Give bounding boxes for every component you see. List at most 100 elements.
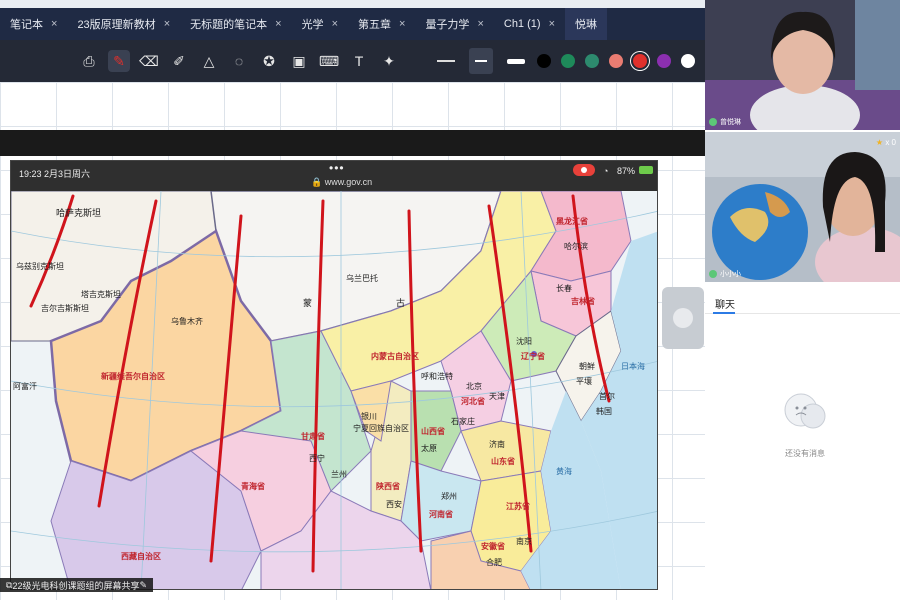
shapes-icon[interactable]: △ <box>198 50 220 72</box>
chat-tab-underline <box>713 312 735 314</box>
participant-video-2-image <box>705 132 900 282</box>
close-tab-icon[interactable]: × <box>332 18 338 30</box>
tab-label: 悦琳 <box>575 19 597 31</box>
map-label: 平壤 <box>576 377 592 386</box>
highlighter-icon[interactable]: ✐ <box>168 50 190 72</box>
pen-icon[interactable]: ✎ <box>108 50 130 72</box>
map-label: 乌鲁木齐 <box>171 317 203 326</box>
battery-percent: 87% <box>617 166 636 176</box>
participant-video-2[interactable]: ★ x 0 小小小 <box>705 132 900 282</box>
phone-time: 19:23 2月3日周六 <box>19 169 91 179</box>
browser-menu-dots: ••• <box>329 161 345 175</box>
mic-icon <box>709 270 717 278</box>
map-label: 西宁 <box>309 454 325 463</box>
map-label: 沈阳 <box>516 337 532 346</box>
chat-tab[interactable]: 聊天 <box>705 290 900 314</box>
color-swatch[interactable] <box>633 54 647 68</box>
tab-4[interactable]: 第五章 × <box>348 8 415 40</box>
map-label: 吉林省 <box>571 297 595 306</box>
map-label: 南京 <box>516 537 532 546</box>
map-label: 银川 <box>361 412 377 421</box>
image-icon[interactable]: ▣ <box>288 50 310 72</box>
tab-7[interactable]: 悦琳 <box>565 8 607 40</box>
map-label: 合肥 <box>486 558 502 567</box>
tab-label: Ch1 (1) <box>503 18 541 30</box>
color-swatch[interactable] <box>681 54 695 68</box>
map-label: 郑州 <box>441 492 457 501</box>
map-label: 韩国 <box>596 407 612 416</box>
map-label: 哈萨克斯坦 <box>56 208 102 218</box>
textbox-icon[interactable]: T <box>348 50 370 72</box>
map-label: 石家庄 <box>451 417 475 426</box>
chat-title: 聊天 <box>715 300 735 311</box>
tab-5[interactable]: 量子力学 × <box>415 8 493 40</box>
lasso-icon[interactable]: ◌ <box>228 50 250 72</box>
participant-video-1-image <box>705 0 900 130</box>
map-label: 安徽省 <box>481 542 505 551</box>
window-top-strip <box>0 0 705 8</box>
map-label: 宁夏回族自治区 <box>353 424 409 433</box>
tab-1[interactable]: 23版原理新教材 × <box>67 8 180 40</box>
map-label: 陕西省 <box>376 482 400 491</box>
tab-0[interactable]: 笔记本 × <box>0 8 67 40</box>
map-label: 太原 <box>421 444 437 453</box>
keyboard-icon[interactable]: ⌨ <box>318 50 340 72</box>
close-tab-icon[interactable]: × <box>164 18 170 30</box>
tab-2[interactable]: 无标题的笔记本 × <box>180 8 291 40</box>
color-swatch[interactable] <box>585 54 599 68</box>
line-medium-option[interactable] <box>469 48 493 74</box>
whiteboard-app: 笔记本 × 23版原理新教材 × 无标题的笔记本 × 光学 × 第五章 × 量子力学 × Ch1 (1)… <box>0 0 705 600</box>
map-label: 兰州 <box>331 470 347 479</box>
close-tab-icon[interactable]: × <box>477 18 483 30</box>
close-tab-icon[interactable]: × <box>275 18 281 30</box>
participant-video-1[interactable]: 曾悦琳 <box>705 0 900 130</box>
eraser-icon[interactable]: ⌫ <box>138 50 160 72</box>
phone-status-bar: 19:23 2月3日周六 ••• 🔒 www.gov.cn ◔ 87% <box>11 161 657 191</box>
tab-3[interactable]: 光学 × <box>292 8 348 40</box>
line-thick-option[interactable] <box>507 58 525 64</box>
empty-chat-text: 还没有消息 <box>785 449 825 458</box>
map-label: 辽宁省 <box>521 352 545 361</box>
laser-pointer-icon[interactable]: ✦ <box>378 50 400 72</box>
battery-icon <box>639 166 653 174</box>
map-label: 河南省 <box>429 510 453 519</box>
color-swatch[interactable] <box>537 54 551 68</box>
map-label: 呼和浩特 <box>421 372 453 381</box>
edit-icon[interactable]: ✎ <box>139 580 147 591</box>
recording-indicator-icon <box>573 164 595 176</box>
tab-6[interactable]: Ch1 (1) × <box>494 8 565 40</box>
map-label: 阿富汗 <box>13 382 37 391</box>
drawing-toolbar: ⎙ ✎ ⌫ ✐ △ ◌ ✪ ▣ ⌨ T ✦ <box>0 40 705 82</box>
map-label: 乌兰巴托 <box>346 274 378 283</box>
participant-name-tag: 小小小 <box>709 269 741 279</box>
map-label: 朝鲜 <box>579 362 595 371</box>
tab-label: 23版原理新教材 <box>77 19 156 31</box>
line-thin-option[interactable] <box>437 60 455 62</box>
map-label: 塔吉克斯坦 <box>81 290 121 299</box>
wifi-icon: ◔ <box>603 166 609 176</box>
map-label: 吉尔吉斯斯坦 <box>41 304 89 313</box>
shared-phone-screenshot: 19:23 2月3日周六 ••• 🔒 www.gov.cn ◔ 87% 哈萨克斯… <box>10 160 658 590</box>
sticker-icon[interactable]: ✪ <box>258 50 280 72</box>
close-tab-icon[interactable]: × <box>549 18 555 30</box>
map-label: 首尔 <box>599 392 615 401</box>
map-label: 江苏省 <box>506 502 530 511</box>
close-tab-icon[interactable]: × <box>399 18 405 30</box>
close-tab-icon[interactable]: × <box>51 18 57 30</box>
color-swatch[interactable] <box>657 54 671 68</box>
tab-label: 无标题的笔记本 <box>190 19 268 31</box>
empty-chat-icon <box>775 380 835 440</box>
map-label: 哈尔滨 <box>564 242 588 251</box>
color-swatch[interactable] <box>561 54 575 68</box>
map-label: 西安 <box>386 500 402 509</box>
floating-assistive-button[interactable] <box>662 287 704 349</box>
map-label: 甘肃省 <box>301 432 325 441</box>
color-swatch[interactable] <box>609 54 623 68</box>
screen-root: 笔记本 × 23版原理新教材 × 无标题的笔记本 × 光学 × 第五章 × 量子力学 × Ch1 (1)… <box>0 0 900 600</box>
map-label: 内蒙古自治区 <box>371 352 419 361</box>
map-label: 青海省 <box>241 482 265 491</box>
meeting-side-panel: 曾悦琳 ★ x 0 小小小 聊天 还没有消息 <box>705 0 900 600</box>
star-count: ★ x 0 <box>875 138 896 147</box>
tab-label: 第五章 <box>358 19 391 31</box>
screenshot-icon[interactable]: ⎙ <box>78 50 100 72</box>
